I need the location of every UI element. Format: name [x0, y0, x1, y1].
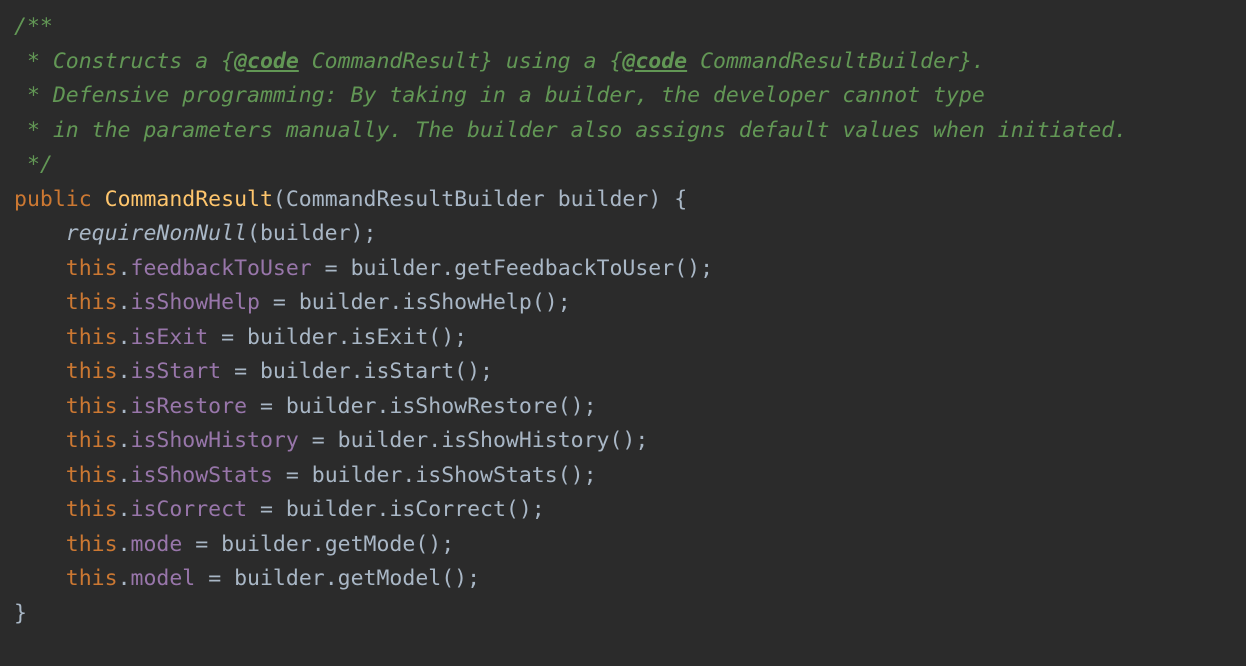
method-call: getFeedbackToUser	[454, 256, 674, 281]
method-call: isShowRestore	[389, 394, 557, 419]
field: isShowHistory	[131, 428, 299, 453]
param-name: builder	[558, 187, 649, 212]
dot: .	[351, 359, 364, 384]
dot: .	[441, 256, 454, 281]
keyword-this: this	[66, 290, 118, 315]
keyword-this: this	[66, 532, 118, 557]
keyword-this: this	[66, 497, 118, 522]
parens-semi: ();	[506, 497, 545, 522]
keyword-this: this	[66, 566, 118, 591]
field: model	[131, 566, 196, 591]
javadoc-open: /**	[14, 14, 53, 39]
method-call: isShowHistory	[441, 428, 609, 453]
javadoc-close: */	[14, 152, 53, 177]
dot: .	[118, 463, 131, 488]
equals: =	[208, 325, 247, 350]
dot: .	[118, 532, 131, 557]
field: isShowHelp	[131, 290, 260, 315]
equals: =	[260, 290, 299, 315]
dot: .	[118, 497, 131, 522]
dot: .	[118, 428, 131, 453]
javadoc-tag: @code	[622, 49, 687, 74]
var: builder	[221, 532, 312, 557]
equals: =	[182, 532, 221, 557]
method-call: requireNonNull	[66, 221, 247, 246]
keyword-this: this	[66, 394, 118, 419]
code-editor[interactable]: /** * Constructs a {@code CommandResult}…	[0, 0, 1246, 641]
field: isShowStats	[131, 463, 273, 488]
parens-semi: ();	[454, 359, 493, 384]
dot: .	[118, 290, 131, 315]
dot: .	[118, 566, 131, 591]
constructor-name: CommandResult	[105, 187, 273, 212]
javadoc-line: CommandResultBuilder}.	[687, 49, 985, 74]
var: builder	[338, 428, 429, 453]
parens-semi: ();	[532, 290, 571, 315]
parens-semi: ();	[415, 532, 454, 557]
equals: =	[247, 497, 286, 522]
parens-semi: ();	[428, 325, 467, 350]
equals: =	[247, 394, 286, 419]
parens-semi: ();	[558, 463, 597, 488]
keyword-this: this	[66, 428, 118, 453]
keyword-this: this	[66, 359, 118, 384]
var: builder	[286, 497, 377, 522]
dot: .	[389, 290, 402, 315]
dot: .	[118, 394, 131, 419]
equals: =	[195, 566, 234, 591]
method-call: isCorrect	[389, 497, 506, 522]
method-call: isExit	[351, 325, 429, 350]
dot: .	[402, 463, 415, 488]
field: isExit	[131, 325, 209, 350]
method-call: getMode	[325, 532, 416, 557]
field: mode	[131, 532, 183, 557]
equals: =	[273, 463, 312, 488]
field: isCorrect	[131, 497, 248, 522]
dot: .	[118, 359, 131, 384]
field: feedbackToUser	[131, 256, 312, 281]
javadoc-line: * Defensive programming: By taking in a …	[14, 83, 985, 108]
method-call: isShowStats	[415, 463, 557, 488]
dot: .	[376, 394, 389, 419]
var: builder	[351, 256, 442, 281]
parens-semi: ();	[441, 566, 480, 591]
equals: =	[312, 256, 351, 281]
equals: =	[221, 359, 260, 384]
dot: .	[376, 497, 389, 522]
keyword-this: this	[66, 256, 118, 281]
dot: .	[118, 256, 131, 281]
var: builder	[312, 463, 403, 488]
dot: .	[325, 566, 338, 591]
dot: .	[118, 325, 131, 350]
var: builder	[260, 359, 351, 384]
parens-semi: ();	[609, 428, 648, 453]
method-call: getModel	[338, 566, 442, 591]
paren-close-brace: ) {	[648, 187, 687, 212]
keyword-this: this	[66, 463, 118, 488]
method-call: isStart	[364, 359, 455, 384]
arg-parens: (builder);	[247, 221, 376, 246]
parens-semi: ();	[558, 394, 597, 419]
field: isRestore	[131, 394, 248, 419]
var: builder	[286, 394, 377, 419]
method-call: isShowHelp	[402, 290, 531, 315]
dot: .	[338, 325, 351, 350]
equals: =	[299, 428, 338, 453]
keyword-this: this	[66, 325, 118, 350]
javadoc-line: * in the parameters manually. The builde…	[14, 118, 1127, 143]
var: builder	[234, 566, 325, 591]
dot: .	[428, 428, 441, 453]
var: builder	[247, 325, 338, 350]
javadoc-tag: @code	[234, 49, 299, 74]
dot: .	[312, 532, 325, 557]
parens-semi: ();	[674, 256, 713, 281]
paren-open: (	[273, 187, 286, 212]
var: builder	[299, 290, 390, 315]
javadoc-line: CommandResult} using a {	[299, 49, 623, 74]
javadoc-line: * Constructs a {	[14, 49, 234, 74]
keyword-public: public	[14, 187, 92, 212]
brace-close: }	[14, 601, 27, 626]
param-type: CommandResultBuilder	[286, 187, 545, 212]
field: isStart	[131, 359, 222, 384]
